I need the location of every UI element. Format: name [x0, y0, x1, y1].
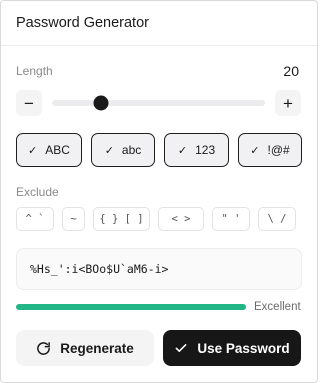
charset-symbols-toggle[interactable]: ✓ !@# [238, 133, 302, 167]
check-icon: ✓ [250, 144, 260, 157]
refresh-icon [37, 341, 51, 355]
length-label: Length [16, 64, 53, 78]
decrease-length-button[interactable]: − [16, 90, 42, 116]
charset-lowercase-toggle[interactable]: ✓ abc [91, 133, 155, 167]
increase-length-button[interactable]: + [275, 90, 301, 116]
length-slider-row: − + [16, 90, 301, 116]
charset-label: ABC [45, 143, 70, 157]
exclude-label: Exclude [16, 185, 59, 199]
length-row: Length 20 [16, 63, 299, 79]
exclude-toggle[interactable]: < > [158, 207, 204, 231]
exclude-toggle[interactable]: ^ ` [16, 207, 54, 231]
plus-icon: + [283, 93, 293, 113]
charset-uppercase-toggle[interactable]: ✓ ABC [16, 133, 82, 167]
check-icon: ✓ [177, 144, 188, 157]
charset-label: 123 [195, 143, 216, 157]
action-buttons: Regenerate Use Password [16, 330, 301, 366]
check-icon: ✓ [28, 144, 38, 157]
minus-icon: − [24, 93, 34, 113]
length-slider[interactable] [52, 95, 265, 111]
exclude-toggle[interactable]: \ / [258, 207, 296, 231]
header: Password Generator [1, 1, 317, 46]
strength-bar-fill [16, 304, 246, 310]
check-icon: ✓ [104, 144, 114, 157]
password-generator-panel: Password Generator Length 20 − + ✓ ABC ✓… [0, 0, 318, 383]
check-icon [175, 344, 187, 352]
strength-meter: Excellent [16, 300, 301, 314]
exclude-toggle[interactable]: ~ [62, 207, 85, 231]
regenerate-label: Regenerate [60, 340, 134, 356]
exclude-toggle[interactable]: { } [ ] [93, 207, 150, 231]
slider-thumb[interactable] [93, 95, 109, 111]
password-output[interactable]: %Hs_':i<BOo$U`aM6-i> [16, 248, 302, 290]
length-value: 20 [283, 63, 299, 79]
strength-label: Excellent [254, 301, 301, 313]
charset-numbers-toggle[interactable]: ✓ 123 [164, 133, 229, 167]
page-title: Password Generator [16, 15, 149, 31]
charset-toggles: ✓ ABC ✓ abc ✓ 123 ✓ !@# [16, 133, 302, 167]
regenerate-button[interactable]: Regenerate [16, 330, 154, 366]
charset-label: !@# [267, 143, 290, 157]
strength-bar [16, 304, 246, 310]
charset-label: abc [121, 143, 142, 157]
use-password-button[interactable]: Use Password [163, 330, 301, 366]
use-password-label: Use Password [197, 340, 290, 356]
exclude-toggle[interactable]: " ' [212, 207, 250, 231]
exclude-toggles: ^ ` ~ { } [ ] < > " ' \ / [16, 207, 296, 231]
